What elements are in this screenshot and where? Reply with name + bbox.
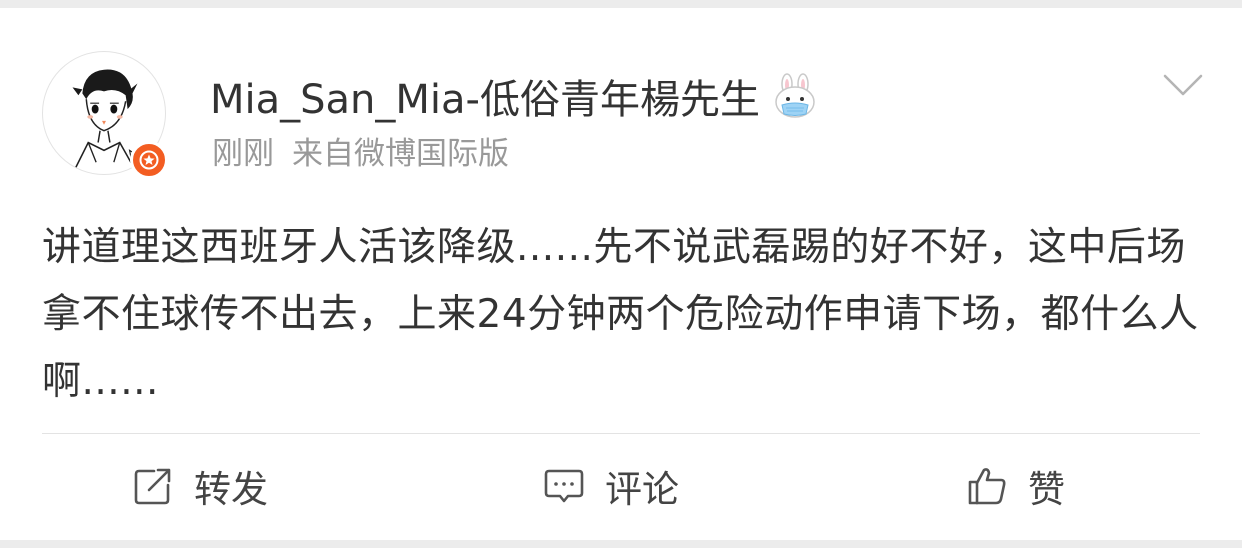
comment-button[interactable]: 评论 — [543, 456, 679, 516]
like-label: 赞 — [1028, 468, 1065, 511]
repost-label: 转发 — [194, 468, 268, 511]
post-time: 刚刚 — [212, 136, 274, 172]
comment-label: 评论 — [605, 468, 679, 511]
post-text: 讲道理这西班牙人活该降级......先不说武磊踢的好不好，这中后场拿不住球传不出… — [42, 225, 1199, 404]
thumbs-up-icon — [966, 465, 1008, 507]
weibo-post-card: Mia_San_Mia-低俗青年楊先生 刚刚 来自微博国际版 讲道理这西班牙人活该… — [0, 8, 1242, 540]
share-icon — [132, 465, 174, 507]
bunny-mask-emoji-icon — [772, 73, 818, 119]
username-row: Mia_San_Mia-低俗青年楊先生 — [210, 66, 818, 126]
username[interactable]: Mia_San_Mia-低俗青年楊先生 — [210, 67, 760, 125]
repost-button[interactable]: 转发 — [132, 456, 268, 516]
post-source[interactable]: 来自微博国际版 — [292, 136, 509, 172]
comment-icon — [543, 465, 585, 507]
post-meta: 刚刚 来自微博国际版 — [212, 128, 509, 173]
like-button[interactable]: 赞 — [966, 456, 1065, 516]
chevron-down-icon[interactable] — [1162, 70, 1204, 100]
vip-star-icon — [130, 141, 168, 179]
divider — [42, 433, 1200, 434]
action-bar: 转发 评论 赞 — [0, 456, 1242, 516]
